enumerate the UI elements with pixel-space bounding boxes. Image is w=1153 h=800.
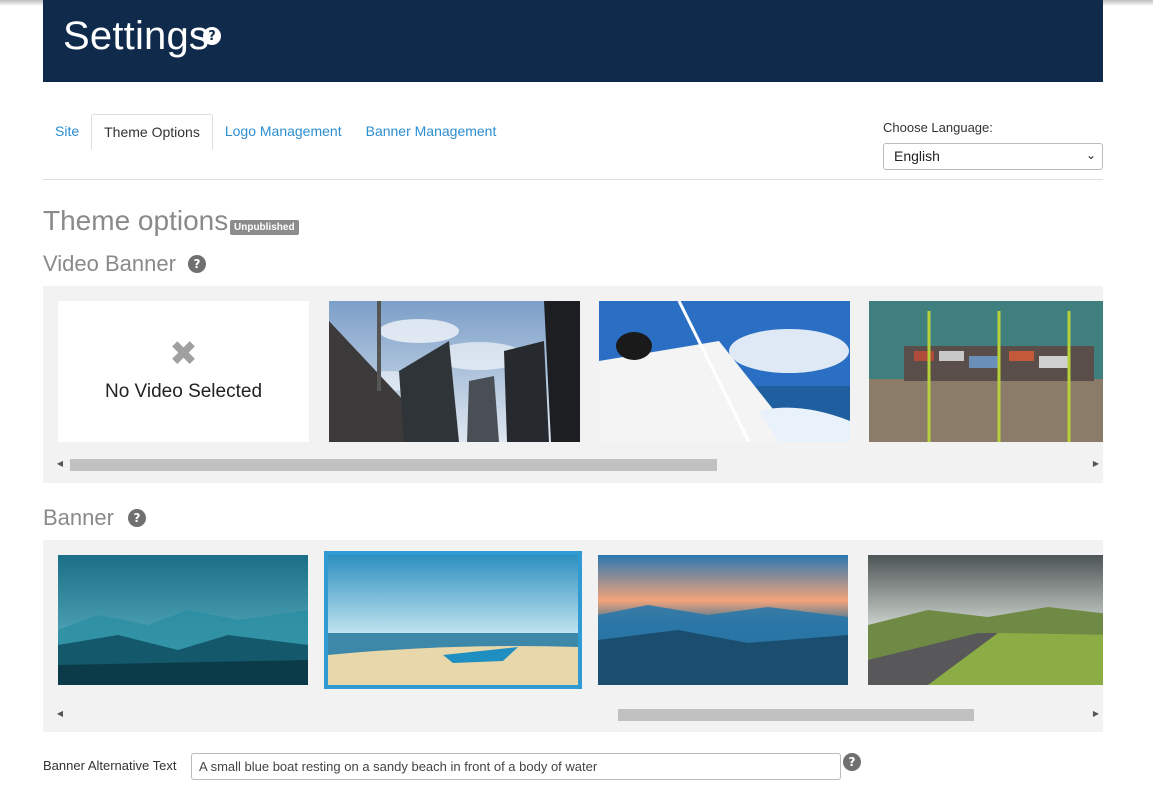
language-label: Choose Language:	[883, 120, 993, 135]
question-circle-icon[interactable]: ?	[203, 27, 221, 45]
scroll-thumb[interactable]	[70, 459, 717, 471]
scroll-right-icon[interactable]: ▶	[1089, 706, 1103, 722]
status-badge: Unpublished	[230, 220, 299, 235]
language-select[interactable]: English ⌄	[883, 143, 1103, 170]
alt-text-input[interactable]: A small blue boat resting on a sandy bea…	[191, 753, 841, 780]
alt-text-label: Banner Alternative Text	[43, 758, 177, 773]
banner-scrollbar[interactable]: ◀ ▶	[53, 706, 1103, 722]
scroll-thumb[interactable]	[618, 709, 974, 721]
chevron-down-icon: ⌄	[1085, 148, 1096, 162]
banner-heading: Banner	[43, 505, 114, 530]
video-banner-heading: Video Banner	[43, 251, 176, 276]
settings-tabs: Site Theme Options Logo Management Banne…	[43, 114, 508, 150]
cargo-ship-thumbnail[interactable]	[869, 301, 1103, 442]
countryside-road-thumbnail[interactable]	[868, 555, 1103, 685]
tab-logo-management[interactable]: Logo Management	[213, 114, 354, 150]
video-banner-carousel: ✖ No Video Selected ◀ ▶	[43, 286, 1103, 483]
tab-theme-options[interactable]: Theme Options	[91, 114, 213, 150]
video-banner-scrollbar[interactable]: ◀ ▶	[53, 456, 1103, 472]
tabs-divider	[43, 179, 1103, 180]
alt-text-help-icon[interactable]: ?	[843, 753, 861, 771]
sailboat-thumbnail[interactable]	[599, 301, 850, 442]
language-selected-value: English	[894, 148, 940, 164]
misty-mountains-thumbnail[interactable]	[58, 555, 308, 685]
banner-carousel: ◀ ▶	[43, 540, 1103, 732]
sunset-mountains-thumbnail[interactable]	[598, 555, 848, 685]
boat-on-beach-thumbnail[interactable]	[324, 551, 582, 689]
page-title: Settings	[63, 14, 210, 58]
close-icon: ✖	[169, 334, 198, 374]
scroll-right-icon[interactable]: ▶	[1089, 456, 1103, 472]
city-skyline-thumbnail[interactable]	[329, 301, 580, 442]
tab-banner-management[interactable]: Banner Management	[354, 114, 509, 150]
no-video-thumbnail[interactable]: ✖ No Video Selected	[58, 301, 309, 442]
no-video-text: No Video Selected	[104, 381, 263, 402]
scroll-left-icon[interactable]: ◀	[53, 456, 67, 472]
page-header: Settings ?	[43, 0, 1103, 82]
tab-site[interactable]: Site	[43, 114, 91, 150]
video-banner-help-icon[interactable]: ?	[188, 255, 206, 273]
scroll-left-icon[interactable]: ◀	[53, 706, 67, 722]
banner-help-icon[interactable]: ?	[128, 509, 146, 527]
theme-options-heading: Theme options	[43, 205, 229, 236]
